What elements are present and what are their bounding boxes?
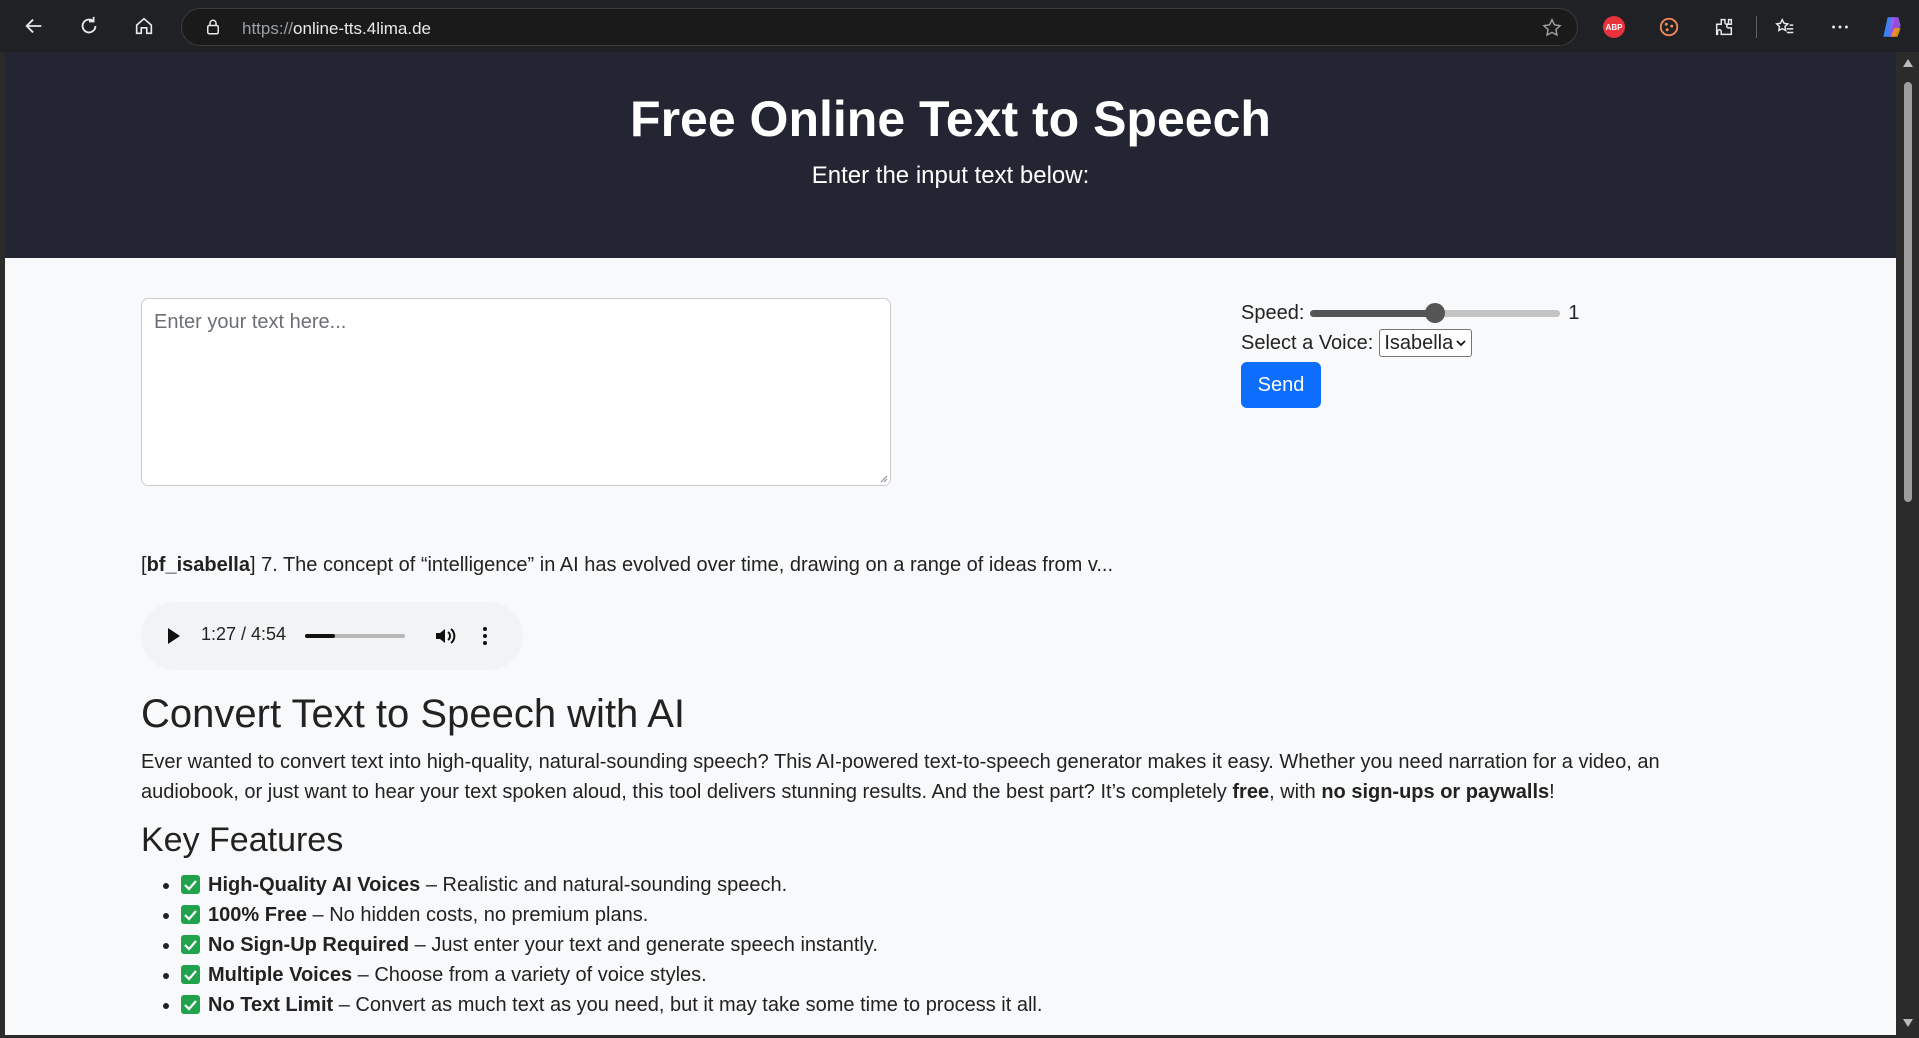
reload-icon xyxy=(81,16,97,34)
voice-select-value: Isabella xyxy=(1384,331,1454,354)
speed-label: Speed: xyxy=(1241,301,1305,324)
result-caption: [bf_isabella] 7. The concept of “intelli… xyxy=(141,554,1114,576)
scroll-up-arrow-icon[interactable] xyxy=(1902,58,1914,68)
extensions-button[interactable] xyxy=(1711,14,1737,40)
more-vertical-icon[interactable] xyxy=(481,624,489,648)
favorites-list-icon xyxy=(1775,18,1794,34)
browser-toolbar: https://online-tts.4lima.de ABP xyxy=(0,0,1919,52)
web-page: Free Online Text to Speech Enter the inp… xyxy=(5,52,1896,1035)
text-input[interactable]: Enter your text here... xyxy=(141,298,891,486)
check-icon xyxy=(181,905,200,924)
page-title: Free Online Text to Speech xyxy=(630,91,1271,147)
resize-grip-icon[interactable] xyxy=(878,473,888,483)
favorites-button[interactable] xyxy=(1772,14,1798,40)
check-icon xyxy=(181,995,200,1014)
intro-paragraph: Ever wanted to convert text into high-qu… xyxy=(141,751,1660,803)
volume-icon[interactable] xyxy=(433,624,457,648)
feature-item: Multiple Voices – Choose from a variety … xyxy=(181,960,1701,990)
voice-label: Select a Voice: xyxy=(1241,331,1374,354)
url-text: https://online-tts.4lima.de xyxy=(242,19,431,38)
speed-row: Speed: 1 xyxy=(1241,298,1580,328)
feature-item: No Sign-Up Required – Just enter your te… xyxy=(181,930,1701,960)
reload-button[interactable] xyxy=(71,8,107,44)
text-input-placeholder: Enter your text here... xyxy=(154,311,347,333)
home-icon xyxy=(135,17,153,35)
back-button[interactable] xyxy=(16,8,52,44)
toolbar-separator xyxy=(1756,16,1757,38)
voice-row: Select a Voice: Isabella xyxy=(1241,328,1580,358)
cookie-extension[interactable] xyxy=(1656,14,1682,40)
speed-slider-thumb[interactable] xyxy=(1425,303,1446,323)
lock-icon xyxy=(207,19,219,35)
speed-slider[interactable] xyxy=(1310,303,1561,323)
feature-item: High-Quality AI Voices – Realistic and n… xyxy=(181,870,1701,900)
feature-item: No Text Limit – Convert as much text as … xyxy=(181,990,1701,1020)
features-list: High-Quality AI Voices – Realistic and n… xyxy=(141,870,1701,1020)
adblock-plus-extension[interactable]: ABP xyxy=(1601,14,1627,40)
favorite-star-icon[interactable] xyxy=(1541,17,1563,39)
play-icon[interactable] xyxy=(167,627,181,645)
back-arrow-icon xyxy=(25,18,42,34)
audio-player: 1:27 / 4:54 xyxy=(141,602,523,670)
tts-controls: Speed: 1 Select a Voice: Isabella Send xyxy=(1241,298,1580,408)
cookie-icon xyxy=(1659,17,1679,37)
check-icon xyxy=(181,965,200,984)
speed-value: 1 xyxy=(1568,301,1580,324)
result-text: 7. The concept of “intelligence” in AI h… xyxy=(261,554,1114,576)
abp-icon: ABP xyxy=(1603,16,1625,38)
address-bar[interactable]: https://online-tts.4lima.de xyxy=(181,8,1578,46)
copilot-button[interactable] xyxy=(1879,14,1905,40)
send-button[interactable]: Send xyxy=(1241,362,1321,408)
voice-select[interactable]: Isabella xyxy=(1379,329,1473,357)
feature-item: 100% Free – No hidden costs, no premium … xyxy=(181,900,1701,930)
result-voice-tag: bf_isabella xyxy=(146,554,250,576)
scrollbar-thumb[interactable] xyxy=(1904,82,1912,502)
page-scrollbar[interactable] xyxy=(1896,52,1919,1035)
more-menu-button[interactable] xyxy=(1827,14,1853,40)
speed-slider-fill xyxy=(1310,310,1436,317)
scroll-down-arrow-icon[interactable] xyxy=(1902,1018,1914,1028)
chevron-down-icon xyxy=(1456,340,1466,347)
copilot-icon xyxy=(1883,17,1901,37)
home-button[interactable] xyxy=(126,8,162,44)
article-content: Convert Text to Speech with AI Ever want… xyxy=(141,692,1701,1020)
page-subtitle: Enter the input text below: xyxy=(811,162,1090,189)
audio-progress-bar[interactable] xyxy=(305,634,405,638)
audio-time: 1:27 / 4:54 xyxy=(201,624,287,644)
check-icon xyxy=(181,935,200,954)
features-heading: Key Features xyxy=(141,821,344,859)
puzzle-icon xyxy=(1715,18,1733,36)
check-icon xyxy=(181,875,200,894)
hero-banner: Free Online Text to Speech Enter the inp… xyxy=(5,52,1896,258)
audio-progress-fill xyxy=(305,634,335,638)
more-horizontal-icon xyxy=(1832,25,1848,29)
section-heading: Convert Text to Speech with AI xyxy=(141,692,686,736)
